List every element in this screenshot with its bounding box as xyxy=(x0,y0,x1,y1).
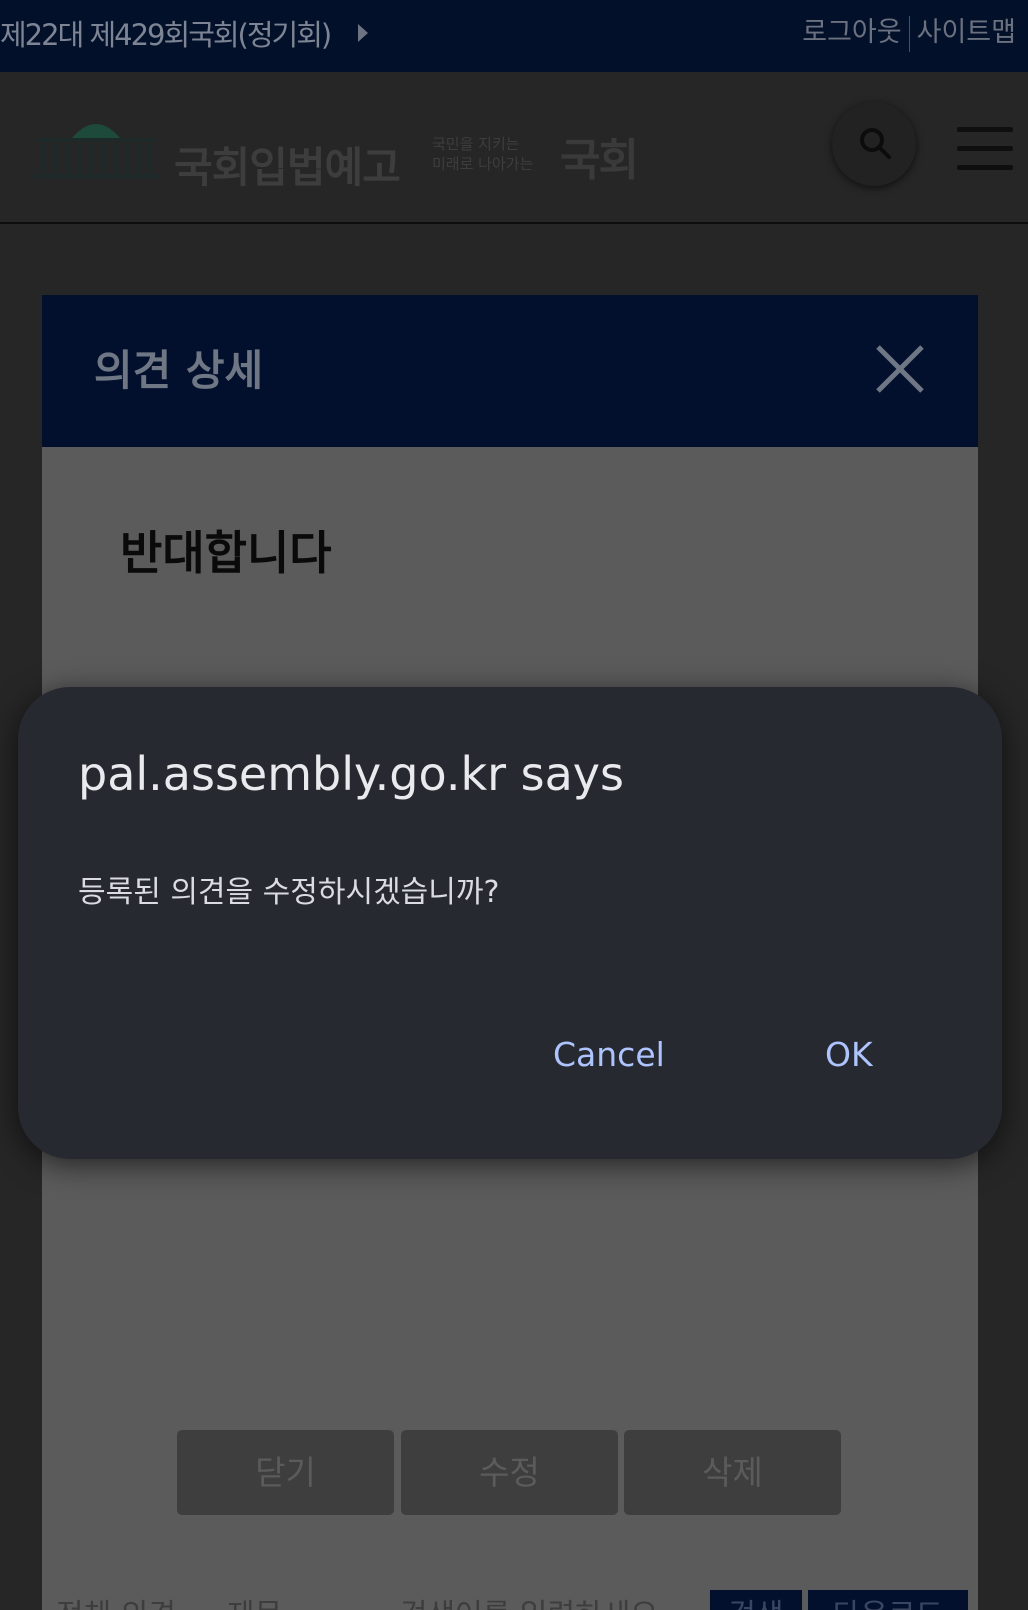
search-input[interactable]: 검색어를 입력하세요 xyxy=(400,1590,658,1610)
slogan-mark: 국회 xyxy=(560,135,639,186)
hamburger-menu-icon[interactable] xyxy=(957,127,1013,171)
logout-link[interactable]: 로그아웃 xyxy=(802,17,901,48)
session-label[interactable]: 제22대 제429회국회(정기회) xyxy=(0,12,332,54)
modal-header: 의견 상세 xyxy=(42,295,978,447)
top-notice-bar: 제22대 제429회국회(정기회) 로그아웃 사이트맵 xyxy=(0,0,1028,72)
play-arrow-icon[interactable] xyxy=(358,24,368,42)
search-icon xyxy=(860,128,891,159)
download-button[interactable]: 다운로드 xyxy=(808,1590,968,1610)
background-search-controls: 전체 의견 제목 검색어를 입력하세요 검색 다운로드 xyxy=(42,1590,978,1610)
ok-button[interactable]: OK xyxy=(825,1035,873,1074)
cancel-button[interactable]: Cancel xyxy=(553,1035,665,1074)
slogan: 국민을 지키는 미래로 나아가는 xyxy=(432,134,533,174)
close-icon[interactable] xyxy=(872,341,928,397)
opinion-text: 반대합니다 xyxy=(120,526,332,580)
filter-select[interactable]: 전체 의견 xyxy=(56,1590,176,1610)
close-button[interactable]: 닫기 xyxy=(177,1430,394,1515)
top-links: 로그아웃 사이트맵 xyxy=(802,10,1016,52)
search-submit-button[interactable]: 검색 xyxy=(710,1590,802,1610)
assembly-logo-icon[interactable] xyxy=(34,112,159,182)
slogan-line-2: 미래로 나아가는 xyxy=(432,155,534,173)
slogan-line-1: 국민을 지키는 xyxy=(432,135,520,153)
sitemap-link[interactable]: 사이트맵 xyxy=(917,17,1016,48)
link-divider xyxy=(908,15,910,52)
site-brand-title[interactable]: 국회입법예고 xyxy=(174,134,401,195)
field-select[interactable]: 제목 xyxy=(227,1590,282,1610)
confirm-dialog: pal.assembly.go.kr says 등록된 의견을 수정하시겠습니까… xyxy=(18,687,1002,1159)
modal-title: 의견 상세 xyxy=(94,346,264,395)
site-header: 국회입법예고 국민을 지키는 미래로 나아가는 국회 xyxy=(0,72,1028,224)
dialog-title: pal.assembly.go.kr says xyxy=(78,747,624,801)
delete-button[interactable]: 삭제 xyxy=(624,1430,841,1515)
search-button[interactable] xyxy=(832,102,916,186)
dialog-message: 등록된 의견을 수정하시겠습니까? xyxy=(78,875,500,910)
edit-button[interactable]: 수정 xyxy=(401,1430,618,1515)
